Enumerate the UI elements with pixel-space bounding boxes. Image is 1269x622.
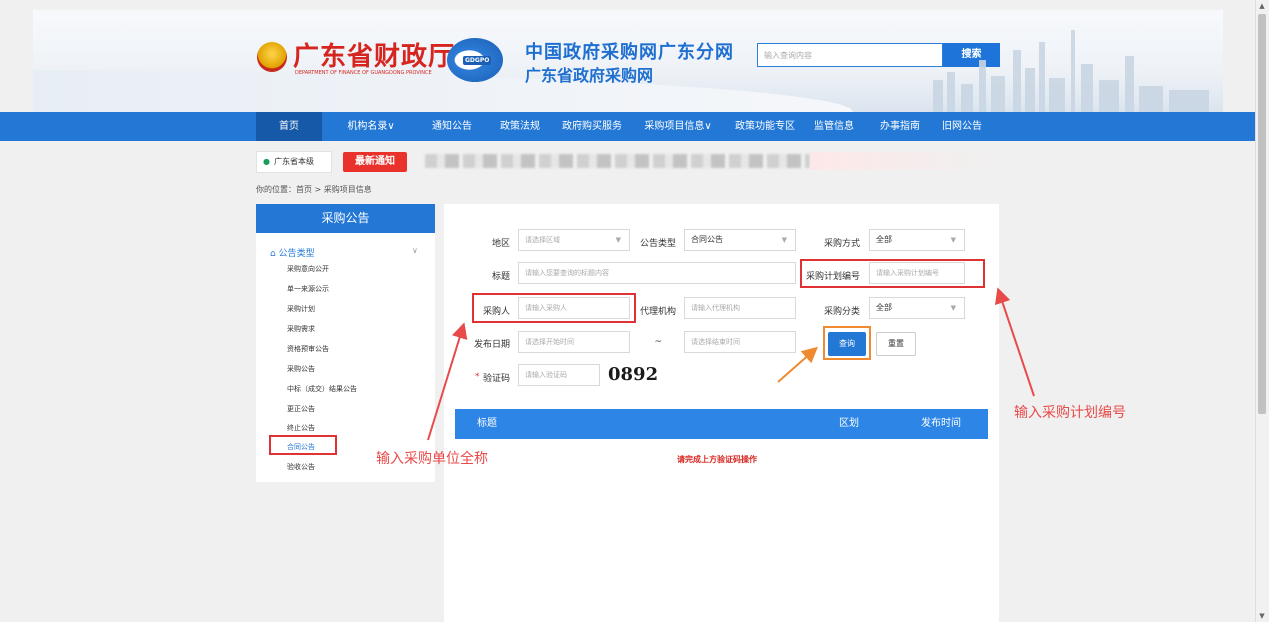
method-value: 全部 — [876, 235, 892, 244]
region-placeholder: 请选择区域 — [525, 236, 560, 244]
main-nav: 首页 机构名录∨ 通知公告 政策法规 政府购买服务 采购项目信息∨ 政策功能专区… — [0, 112, 1255, 141]
query-button[interactable]: 查询 — [828, 332, 866, 356]
category-select[interactable]: 全部 ▼ — [869, 297, 965, 319]
highlight-plan-no — [800, 259, 985, 288]
notice-type-select[interactable]: 合同公告 ▼ — [684, 229, 796, 251]
notice-type-label: 公告类型 — [639, 239, 676, 249]
page: 广东省财政厅 DEPARTMENT OF FINANCE OF GUANGDON… — [0, 0, 1269, 622]
dropdown-caret-icon: ▼ — [950, 236, 956, 244]
nav-item-gov-services[interactable]: 政府购买服务 — [556, 112, 628, 141]
national-emblem-icon — [257, 42, 287, 72]
sidebar-item-award[interactable]: 中标（成交）结果公告 — [287, 384, 357, 394]
date-label: 发布日期 — [473, 340, 510, 350]
nav-item-guide[interactable]: 办事指南 — [872, 112, 928, 141]
sidebar-item-plan[interactable]: 采购计划 — [287, 304, 315, 314]
col-date: 发布时间 — [921, 418, 961, 429]
highlight-contract-item — [269, 435, 337, 455]
chevron-down-icon[interactable]: ∨ — [412, 246, 418, 255]
method-select[interactable]: 全部 ▼ — [869, 229, 965, 251]
scrolling-notice[interactable] — [425, 154, 810, 168]
breadcrumb: 你的位置：首页 > 采购项目信息 — [256, 185, 372, 194]
category-value: 全部 — [876, 303, 892, 312]
nav-item-policy-zone[interactable]: 政策功能专区 — [728, 112, 802, 141]
nav-item-old-notices[interactable]: 旧网公告 — [932, 112, 992, 141]
notice-type-value: 合同公告 — [691, 235, 723, 244]
gov-procurement-subtitle: 广东省政府采购网 — [525, 66, 654, 85]
captcha-required-message: 请完成上方验证码操作 — [677, 455, 757, 464]
col-region: 区划 — [839, 418, 859, 429]
sidebar-group-label: 公告类型 — [278, 249, 315, 259]
date-separator: ~ — [654, 337, 662, 347]
agency-label: 代理机构 — [639, 307, 676, 317]
finance-dept-subtitle: DEPARTMENT OF FINANCE OF GUANGDONG PROVI… — [295, 70, 432, 76]
location-selector[interactable]: ● 广东省本级 — [256, 151, 332, 173]
captcha-image[interactable]: 0892 — [608, 364, 658, 385]
dropdown-caret-icon: ▼ — [781, 236, 787, 244]
nav-item-supervision[interactable]: 监管信息 — [806, 112, 862, 141]
reset-button[interactable]: 重置 — [876, 332, 916, 356]
col-title: 标题 — [477, 418, 497, 429]
arrow-to-plan-no — [994, 287, 1035, 397]
header-wave-decoration — [33, 70, 853, 112]
region-select[interactable]: 请选择区域 ▼ — [518, 229, 630, 251]
notice-fade — [810, 152, 1000, 170]
results-table-header: 标题 区划 发布时间 — [455, 409, 988, 439]
annotation-buyer-hint: 输入采购单位全称 — [376, 451, 488, 467]
nav-item-policies[interactable]: 政策法规 — [492, 112, 548, 141]
nav-item-home[interactable]: 首页 — [256, 112, 322, 141]
sidebar: 采购公告 ⌂ 公告类型 ∨ 采购意向公开 单一来源公示 采购计划 采购需求 资格… — [256, 204, 435, 482]
date-end-input[interactable]: 请选择结束时间 — [684, 331, 796, 353]
latest-notice-badge: 最新通知 — [343, 152, 407, 172]
location-pin-icon: ● — [263, 157, 270, 166]
annotation-plan-hint: 输入采购计划编号 — [1014, 405, 1126, 421]
sidebar-item-single-source[interactable]: 单一来源公示 — [287, 284, 329, 294]
nav-item-directory[interactable]: 机构名录∨ — [336, 112, 406, 141]
scroll-up-icon[interactable]: ▲ — [1258, 2, 1266, 10]
highlight-buyer — [472, 293, 636, 323]
sidebar-item-termination[interactable]: 终止公告 — [287, 423, 315, 433]
site-header: 广东省财政厅 DEPARTMENT OF FINANCE OF GUANGDON… — [33, 10, 1223, 112]
city-skyline-icon — [933, 30, 1209, 112]
nav-item-project-info[interactable]: 采购项目信息∨ — [636, 112, 720, 141]
category-label: 采购分类 — [823, 307, 860, 317]
method-label: 采购方式 — [823, 239, 860, 249]
sidebar-item-demand[interactable]: 采购需求 — [287, 324, 315, 334]
scroll-down-icon[interactable]: ▼ — [1258, 612, 1266, 620]
search-panel: 地区 请选择区域 ▼ 公告类型 合同公告 ▼ 采购方式 全部 ▼ 标题 请输入您要查询… — [444, 204, 999, 622]
agency-input[interactable]: 请输入代理机构 — [684, 297, 796, 319]
scrollbar-thumb[interactable] — [1258, 14, 1266, 414]
dropdown-caret-icon: ▼ — [950, 304, 956, 312]
captcha-label: 验证码 — [482, 374, 510, 384]
nav-item-notices[interactable]: 通知公告 — [424, 112, 480, 141]
title-input[interactable]: 请输入您要查询的标题内容 — [518, 262, 796, 284]
finance-dept-title[interactable]: 广东省财政厅 — [293, 36, 455, 73]
sidebar-group-notice-type[interactable]: ⌂ 公告类型 — [270, 246, 315, 259]
sidebar-item-acceptance[interactable]: 验收公告 — [287, 462, 315, 472]
sidebar-item-correction[interactable]: 更正公告 — [287, 404, 315, 414]
gdgpo-logo-text: GDGPO — [463, 56, 492, 65]
sidebar-item-procurement[interactable]: 采购公告 — [287, 364, 315, 374]
region-label: 地区 — [491, 239, 510, 249]
building-icon: ⌂ — [270, 249, 276, 259]
page-scrollbar[interactable]: ▲ ▼ — [1255, 0, 1269, 622]
required-mark: * — [475, 372, 480, 382]
date-start-input[interactable]: 请选择开始时间 — [518, 331, 630, 353]
captcha-image-text: 0892 — [608, 364, 659, 385]
location-label: 广东省本级 — [273, 157, 314, 166]
gov-procurement-title: 中国政府采购网广东分网 — [525, 42, 734, 63]
sidebar-item-intent[interactable]: 采购意向公开 — [287, 264, 329, 274]
sidebar-item-prequal[interactable]: 资格预审公告 — [287, 344, 329, 354]
captcha-input[interactable]: 请输入验证码 — [518, 364, 600, 386]
dropdown-caret-icon: ▼ — [615, 236, 621, 244]
sidebar-title: 采购公告 — [256, 204, 435, 233]
title-label: 标题 — [491, 272, 510, 282]
